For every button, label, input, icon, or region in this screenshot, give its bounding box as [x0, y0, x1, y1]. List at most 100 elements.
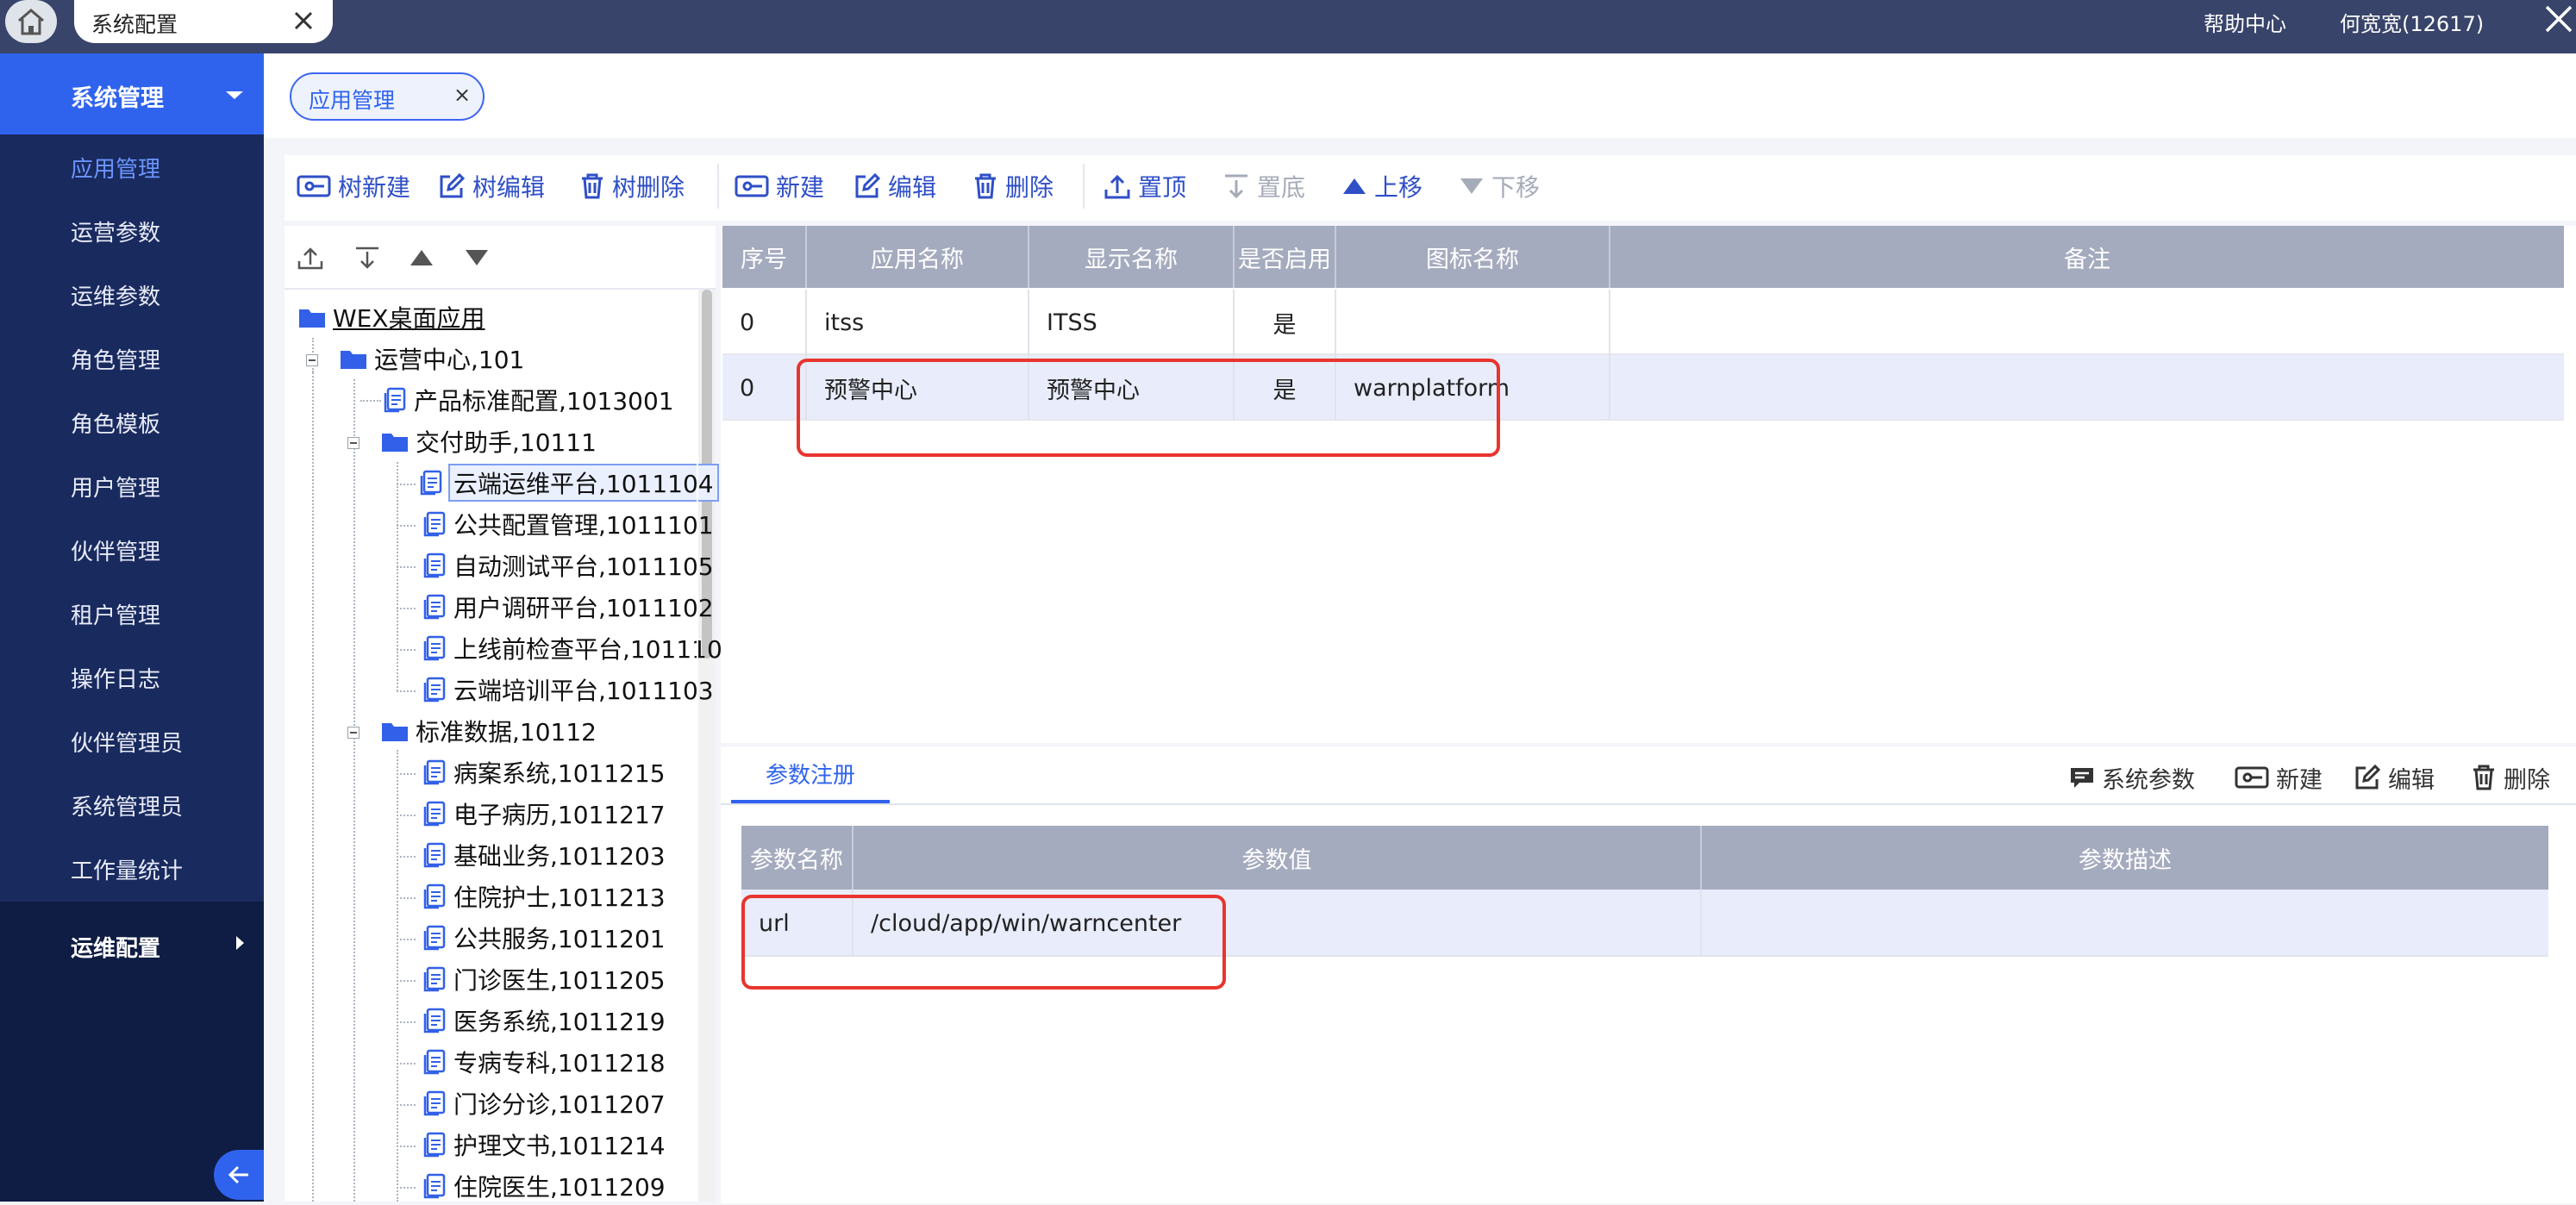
- document-icon: [423, 1049, 446, 1075]
- move-top-icon: [1104, 174, 1130, 199]
- tree-node-doc[interactable]: 门诊医生,1011205: [422, 960, 666, 998]
- column-header-enabled[interactable]: 是否启用: [1235, 226, 1336, 288]
- sidebar-item-tenant-management[interactable]: 租户管理: [71, 598, 160, 630]
- cell-enabled: 是: [1235, 290, 1336, 355]
- tree-node-label: 公共配置管理,1011101: [453, 511, 714, 540]
- tree-node-label: 住院医生,1011209: [453, 1173, 666, 1202]
- sidebar-item-system-admin[interactable]: 系统管理员: [71, 790, 183, 821]
- move-up-button[interactable]: 上移: [1341, 167, 1422, 205]
- tree-node-doc[interactable]: 门诊分诊,1011207: [422, 1084, 666, 1122]
- delete-button[interactable]: 删除: [972, 167, 1054, 205]
- move-bottom-button[interactable]: 置底: [1222, 167, 1305, 205]
- move-bottom-icon[interactable]: [353, 245, 381, 271]
- sidebar-item-app-management[interactable]: 应用管理: [71, 152, 160, 184]
- tree-guide-line: [397, 856, 416, 858]
- new-button[interactable]: 新建: [735, 167, 824, 205]
- move-down-button[interactable]: 下移: [1459, 167, 1540, 205]
- sidebar-group-system[interactable]: 系统管理: [0, 53, 264, 134]
- collapse-sidebar-button[interactable]: [214, 1150, 264, 1200]
- tree-node-doc[interactable]: 用户调研平台,1011102: [422, 588, 714, 626]
- tree-node-doc[interactable]: 产品标准配置,1013001: [383, 381, 674, 419]
- tree-node-doc[interactable]: 云端培训平台,1011103: [422, 671, 714, 709]
- tree-node-doc[interactable]: 病案系统,1011215: [422, 753, 666, 791]
- move-top-button[interactable]: 置顶: [1104, 167, 1186, 205]
- sidebar-item-workload-stats[interactable]: 工作量统计: [71, 853, 183, 885]
- sidebar-item-role-template[interactable]: 角色模板: [71, 407, 160, 439]
- tree-guide-line: [397, 462, 398, 691]
- close-icon[interactable]: [291, 9, 316, 33]
- tree-node-folder[interactable]: 交付助手,10111: [381, 422, 597, 460]
- edit-button[interactable]: 编辑: [853, 167, 936, 205]
- sidebar-item-operation-params[interactable]: 运营参数: [71, 215, 160, 247]
- sidebar-item-maintenance-params[interactable]: 运维参数: [71, 279, 160, 311]
- tree-node-doc[interactable]: 住院医生,1011209: [422, 1167, 666, 1205]
- column-header-app-name[interactable]: 应用名称: [807, 226, 1029, 288]
- tree-guide-line: [397, 566, 416, 568]
- tab-close-icon[interactable]: ×: [453, 83, 471, 107]
- tree-node-doc[interactable]: 上线前检查平台,101110: [422, 629, 722, 667]
- sidebar-item-operation-log[interactable]: 操作日志: [71, 662, 160, 694]
- tree-delete-button[interactable]: 树删除: [579, 167, 685, 205]
- triangle-up-icon[interactable]: [409, 248, 435, 267]
- home-icon: [18, 9, 44, 35]
- tree-edit-button[interactable]: 树编辑: [438, 167, 545, 205]
- sidebar-item-role-management[interactable]: 角色管理: [71, 343, 160, 375]
- column-header-param-desc[interactable]: 参数描述: [1702, 826, 2548, 890]
- tree-node-folder[interactable]: 运营中心,101: [340, 340, 524, 378]
- user-name[interactable]: 何宽宽(12617): [2340, 7, 2484, 37]
- tree-guide-line: [397, 1021, 416, 1023]
- sidebar-item-partner-admin[interactable]: 伙伴管理员: [71, 726, 183, 758]
- param-edit-button[interactable]: 编辑: [2354, 759, 2435, 796]
- sidebar-group-maintenance-config[interactable]: 运维配置: [71, 931, 160, 963]
- tree-node-doc[interactable]: 公共配置管理,1011101: [422, 505, 714, 543]
- tree-node-doc[interactable]: 住院护士,1011213: [422, 877, 666, 915]
- tree-node-label: 门诊分诊,1011207: [453, 1090, 666, 1119]
- column-header-param-value[interactable]: 参数值: [853, 826, 1702, 890]
- triangle-down-icon[interactable]: [464, 248, 490, 267]
- tree-panel-edge: [697, 290, 698, 1202]
- tree-node-folder[interactable]: 标准数据,10112: [381, 712, 597, 750]
- sidebar-item-user-management[interactable]: 用户管理: [71, 471, 160, 503]
- home-button[interactable]: [5, 0, 57, 43]
- tree-node-doc[interactable]: 自动测试平台,1011105: [422, 546, 714, 584]
- tree-node-doc[interactable]: 护理文书,1011214: [422, 1126, 666, 1164]
- column-header-display-name[interactable]: 显示名称: [1029, 226, 1235, 288]
- tree-node-label: 医务系统,1011219: [453, 1008, 666, 1036]
- tree-guide-line: [397, 690, 416, 692]
- document-icon: [423, 759, 446, 785]
- document-icon: [423, 511, 446, 537]
- tree-node-doc[interactable]: 基础业务,1011203: [422, 836, 666, 874]
- new-node-icon: [2235, 766, 2269, 789]
- column-header-note[interactable]: 备注: [1610, 226, 2564, 288]
- system-params-button[interactable]: 系统参数: [2069, 759, 2195, 796]
- tree-collapse-toggle[interactable]: [347, 437, 360, 449]
- tree-new-button[interactable]: 树新建: [297, 167, 410, 205]
- tree-node-doc[interactable]: 电子病历,1011217: [422, 795, 666, 833]
- tree-collapse-toggle[interactable]: [347, 727, 360, 739]
- column-header-seq[interactable]: 序号: [722, 226, 807, 288]
- move-bottom-label: 置底: [1257, 173, 1306, 202]
- window-tab-label: 系统配置: [91, 12, 178, 37]
- window-close-icon[interactable]: [2543, 3, 2574, 34]
- param-new-button[interactable]: 新建: [2235, 759, 2323, 796]
- message-icon: [2071, 768, 2093, 788]
- sidebar-item-partner-management[interactable]: 伙伴管理: [71, 534, 160, 566]
- help-center-link[interactable]: 帮助中心: [2204, 7, 2286, 37]
- tree-node-label: 上线前检查平台,101110: [453, 635, 722, 664]
- param-delete-button[interactable]: 删除: [2471, 759, 2550, 796]
- column-header-param-name[interactable]: 参数名称: [741, 826, 853, 890]
- tree-node-doc[interactable]: 公共服务,1011201: [422, 919, 666, 957]
- folder-icon: [299, 309, 325, 328]
- column-header-icon-name[interactable]: 图标名称: [1336, 226, 1610, 288]
- window-tab-active[interactable]: 系统配置: [74, 0, 333, 43]
- move-top-icon[interactable]: [297, 245, 324, 271]
- tree-node-doc[interactable]: 专病专科,1011218: [422, 1043, 666, 1081]
- tree-collapse-toggle[interactable]: [306, 354, 318, 366]
- tab-param-registration[interactable]: 参数注册: [731, 746, 890, 803]
- cell-seq: 0: [722, 355, 807, 421]
- tree-node-root[interactable]: WEX桌面应用: [298, 298, 485, 336]
- tree-node-doc-selected[interactable]: 云端运维平台,1011104: [419, 464, 719, 502]
- tree-node-doc[interactable]: 医务系统,1011219: [422, 1002, 666, 1040]
- tab-app-management[interactable]: 应用管理 ×: [290, 72, 485, 121]
- param-new-label: 新建: [2276, 766, 2323, 794]
